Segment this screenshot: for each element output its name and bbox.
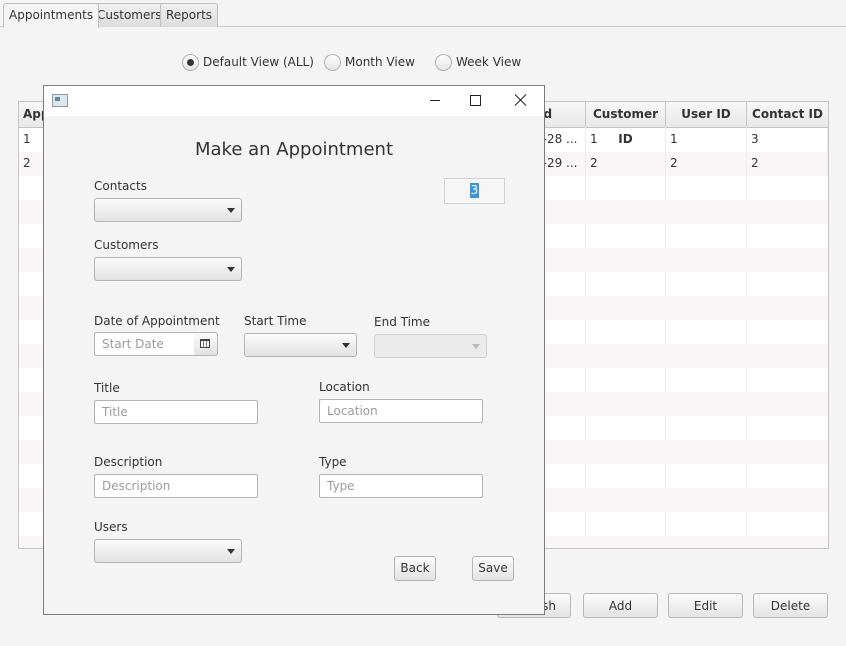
add-button[interactable]: Add: [583, 593, 658, 618]
radio-icon[interactable]: [324, 54, 341, 71]
tab-appointments[interactable]: Appointments: [3, 3, 100, 28]
column-header-appointment[interactable]: App: [19, 102, 49, 127]
users-label: Users: [94, 520, 128, 534]
close-button[interactable]: [498, 86, 544, 116]
maximize-icon: [470, 95, 481, 106]
location-label: Location: [319, 380, 370, 394]
description-label: Description: [94, 455, 163, 469]
end-time-combo[interactable]: [374, 334, 487, 358]
tab-bar: Appointments Customers Reports: [0, 0, 846, 28]
edit-button[interactable]: Edit: [668, 593, 743, 618]
cell-customer-id: 1: [586, 128, 666, 152]
description-input[interactable]: [94, 474, 258, 498]
maximize-button[interactable]: [452, 86, 498, 116]
cell-appointment-id: 2: [19, 152, 45, 176]
close-icon: [514, 93, 528, 107]
radio-month-view-label: Month View: [345, 55, 415, 69]
tab-reports[interactable]: Reports: [160, 3, 219, 27]
cell-appointment-id: 1: [19, 128, 45, 152]
minimize-icon: [430, 100, 440, 101]
radio-default-view-label: Default View (ALL): [203, 55, 314, 69]
customers-combo[interactable]: [94, 257, 242, 281]
contacts-combo[interactable]: [94, 198, 242, 222]
chevron-down-icon: [342, 343, 350, 348]
cell-contact-id: 2: [747, 152, 828, 176]
chevron-down-icon: [472, 344, 480, 349]
dialog-titlebar[interactable]: [44, 86, 544, 116]
chevron-down-icon: [227, 267, 235, 272]
date-label: Date of Appointment: [94, 314, 220, 328]
start-date-input[interactable]: [94, 332, 195, 356]
column-header-user-id[interactable]: User ID: [666, 102, 747, 127]
type-label: Type: [319, 455, 347, 469]
title-input[interactable]: [94, 400, 258, 424]
make-appointment-dialog: Make an Appointment 3 Contacts Customers…: [43, 85, 545, 615]
radio-selected-icon[interactable]: [182, 54, 199, 71]
cell-contact-id: 3: [747, 128, 828, 152]
users-combo[interactable]: [94, 539, 242, 563]
appointment-id-field[interactable]: 3: [444, 178, 505, 204]
end-time-label: End Time: [374, 315, 430, 329]
title-label: Title: [94, 381, 120, 395]
dialog-title: Make an Appointment: [194, 139, 394, 160]
save-button[interactable]: Save: [472, 556, 514, 581]
start-time-combo[interactable]: [244, 333, 357, 357]
column-header-contact-id[interactable]: Contact ID: [747, 102, 828, 127]
column-header-customer-id[interactable]: Customer ID: [586, 102, 666, 146]
start-time-label: Start Time: [244, 314, 307, 328]
app-window-icon: [52, 94, 68, 107]
tab-customers[interactable]: Customers: [91, 3, 168, 27]
contacts-label: Contacts: [94, 179, 147, 193]
location-input[interactable]: [319, 399, 483, 423]
delete-button[interactable]: Delete: [753, 593, 828, 618]
cell-user-id: 2: [666, 152, 747, 176]
back-button[interactable]: Back: [394, 556, 436, 581]
type-input[interactable]: [319, 474, 483, 498]
appointment-id-value: 3: [469, 183, 480, 198]
radio-week-view-label: Week View: [456, 55, 522, 69]
cell-customer-id: 2: [586, 152, 666, 176]
radio-icon[interactable]: [435, 54, 452, 71]
calendar-icon: [200, 339, 210, 348]
chevron-down-icon: [227, 549, 235, 554]
customers-label: Customers: [94, 238, 159, 252]
date-picker-button[interactable]: [194, 332, 218, 356]
chevron-down-icon: [227, 208, 235, 213]
cell-user-id: 1: [666, 128, 747, 152]
